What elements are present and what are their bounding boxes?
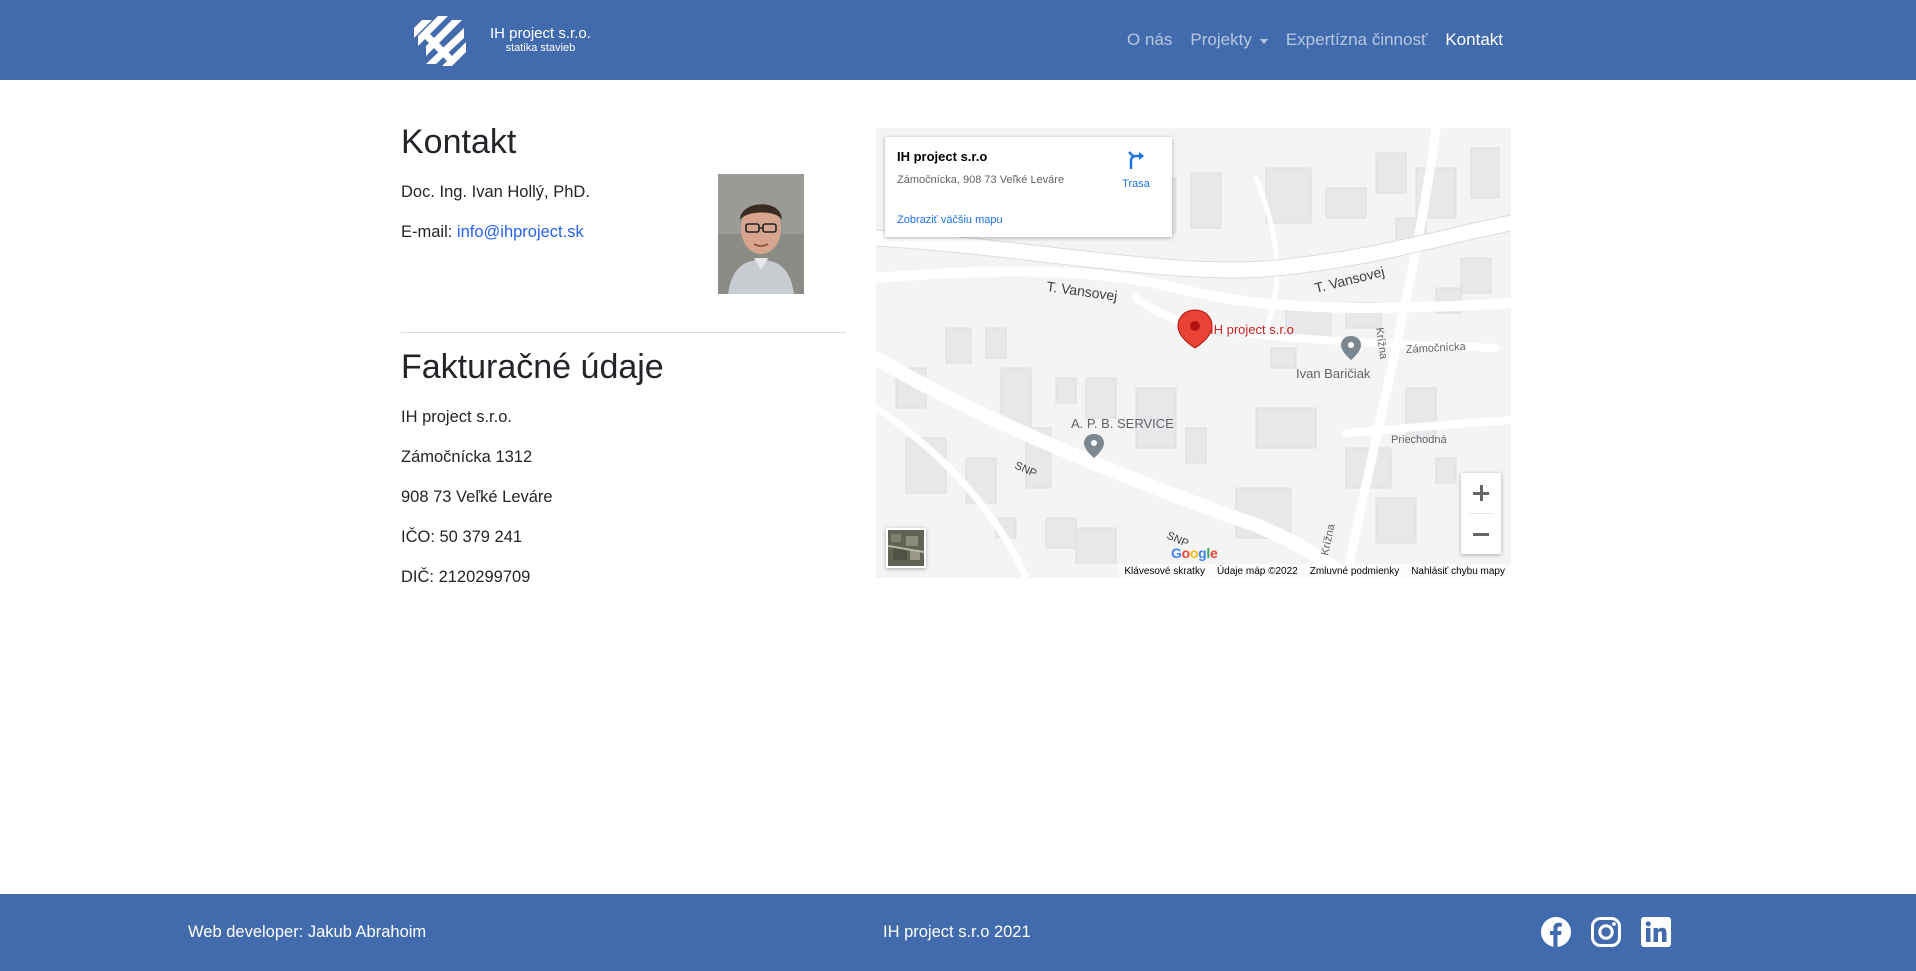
nav-item-projects-dropdown[interactable]: Projekty [1190, 30, 1268, 50]
map-attribution-bar: Klávesové skratky Údaje máp ©2022 Zmluvn… [1118, 564, 1511, 578]
directions-label: Trasa [1122, 178, 1150, 190]
zoom-out-icon [1473, 533, 1489, 536]
contact-photo [718, 174, 804, 294]
brand-text: IH project s.r.o. statika stavieb [490, 26, 591, 54]
nav-item-expertise[interactable]: Expertízna činnosť [1286, 30, 1428, 50]
main-nav: O nás Projekty Expertízna činnosť Kontak… [1127, 0, 1503, 80]
linkedin-icon[interactable] [1640, 916, 1672, 948]
nav-label: Expertízna činnosť [1285, 30, 1428, 49]
street-label: Priechodná [1391, 434, 1448, 446]
directions-button[interactable]: Trasa [1116, 149, 1156, 190]
site-footer: Web developer: Jakub Abrahoim IH project… [0, 894, 1916, 971]
poi-label: A. P. B. SERVICE [1071, 416, 1174, 431]
billing-company: IH project s.r.o. [401, 407, 512, 426]
billing-city: 908 73 Veľké Leváre [401, 487, 553, 506]
contact-title: Kontakt [401, 123, 517, 161]
caret-down-icon [1259, 39, 1268, 44]
zoom-out-button[interactable] [1461, 514, 1501, 554]
footer-copyright: IH project s.r.o 2021 [883, 923, 1031, 941]
brand-tagline: statika stavieb [505, 42, 576, 54]
section-divider [401, 332, 846, 333]
place-card: IH project s.r.o Zámočnícka, 908 73 Veľk… [885, 137, 1172, 237]
zoom-control [1461, 473, 1501, 554]
zoom-in-icon [1473, 485, 1489, 501]
main-content: Kontakt Doc. Ing. Ivan Hollý, PhD. E-mai… [401, 122, 846, 588]
nav-label: Kontakt [1445, 30, 1503, 49]
terms-link[interactable]: Zmluvné podmienky [1310, 566, 1399, 577]
brand-name: IH project s.r.o. [490, 25, 591, 42]
embedded-map[interactable]: T. Vansovej T. Vansovej Krížna Krížna Zá… [876, 128, 1511, 578]
nav-label: Projekty [1190, 30, 1252, 49]
footer-developer: Web developer: Jakub Abrahoim [188, 923, 427, 941]
contact-section: Kontakt Doc. Ing. Ivan Hollý, PhD. E-mai… [401, 122, 846, 294]
directions-icon [1128, 151, 1144, 169]
email-link[interactable]: info@ihproject.sk [457, 223, 584, 241]
instagram-icon[interactable] [1590, 916, 1622, 948]
larger-map-link[interactable]: Zobraziť väčšiu mapu [897, 214, 1160, 226]
social-links [1540, 916, 1672, 948]
portrait-image [718, 174, 804, 294]
brand[interactable]: IH project s.r.o. statika stavieb [412, 10, 591, 70]
poi-label: Ivan Baričiak [1296, 366, 1371, 381]
billing-street: Zámočnícka 1312 [401, 447, 533, 466]
billing-section: Fakturačné údaje IH project s.r.o. Zámoč… [401, 347, 846, 588]
nav-label: O nás [1127, 30, 1173, 49]
email-label: E-mail: [401, 222, 457, 241]
logo-icon [414, 16, 466, 66]
google-logo: Google [1171, 545, 1218, 561]
zoom-in-button[interactable] [1461, 473, 1501, 513]
map-data-text: Údaje máp ©2022 [1216, 565, 1298, 577]
facebook-icon[interactable] [1540, 916, 1572, 948]
satellite-thumbnail-icon [888, 530, 924, 566]
keyboard-shortcuts-link[interactable]: Klávesové skratky [1124, 566, 1205, 577]
billing-title: Fakturačné údaje [401, 348, 664, 386]
marker-label: IH project s.r.o [1210, 322, 1294, 337]
billing-dic: DIČ: 2120299709 [401, 567, 531, 586]
report-error-link[interactable]: Nahlásiť chybu mapy [1411, 566, 1505, 577]
navbar: IH project s.r.o. statika stavieb O nás … [0, 0, 1916, 80]
nav-item-about[interactable]: O nás [1127, 30, 1172, 50]
billing-ico: IČO: 50 379 241 [401, 527, 523, 546]
satellite-toggle-button[interactable] [886, 528, 926, 568]
nav-item-contact[interactable]: Kontakt [1445, 30, 1503, 50]
